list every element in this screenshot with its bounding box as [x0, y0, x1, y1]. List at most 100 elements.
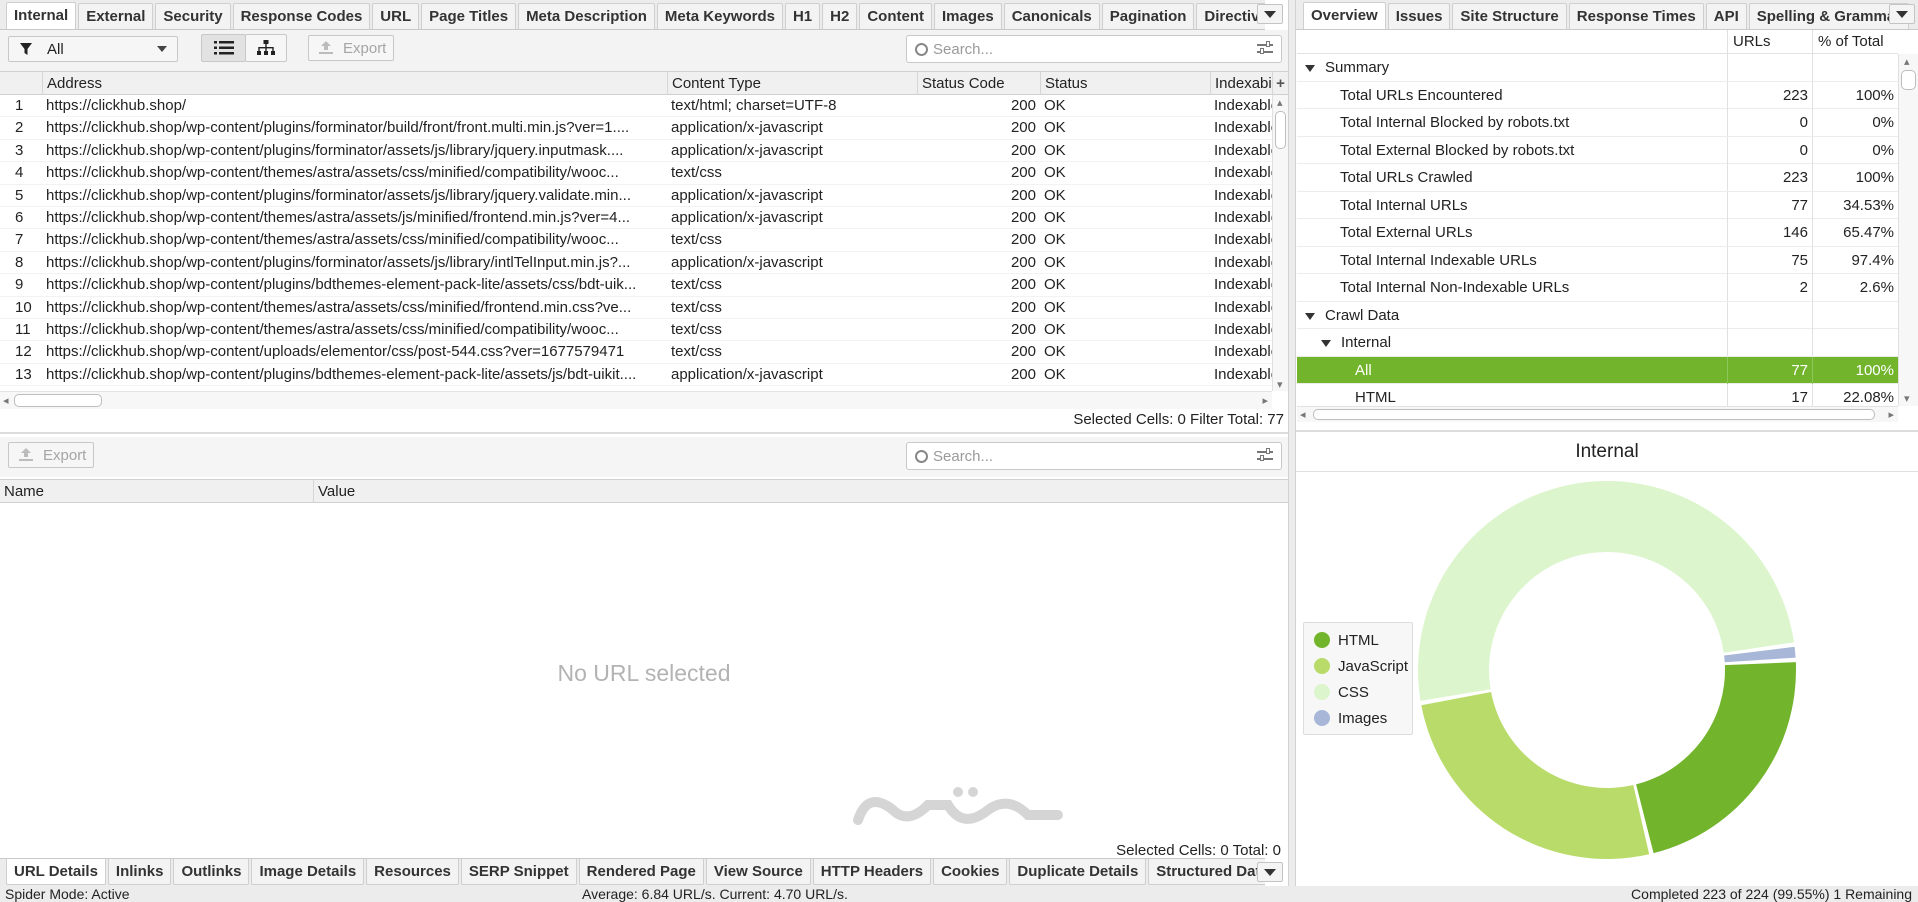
scroll-down-icon[interactable]: ▾ — [1904, 392, 1910, 405]
legend-item-css[interactable]: CSS — [1314, 681, 1369, 703]
scroll-right-icon[interactable]: ▸ — [1888, 408, 1894, 421]
tab-resources[interactable]: Resources — [366, 859, 459, 885]
scroll-left-icon[interactable]: ◂ — [3, 394, 9, 407]
vertical-splitter[interactable] — [1288, 0, 1296, 886]
tab-site-structure[interactable]: Site Structure — [1452, 3, 1567, 29]
url-table-vertical-scrollbar[interactable]: ▴ ▾ — [1272, 95, 1288, 391]
search-options-icon[interactable] — [1257, 448, 1273, 463]
overview-row[interactable]: Total Internal URLs 77 34.53% — [1297, 191, 1898, 219]
overview-row[interactable]: Total Internal Blocked by robots.txt 0 0% — [1297, 109, 1898, 137]
expand-icon[interactable] — [1305, 65, 1315, 72]
column-header-value[interactable]: Value — [313, 480, 1288, 503]
column-header-pct[interactable]: % of Total — [1812, 30, 1898, 54]
overview-row[interactable]: All 77 100% — [1297, 356, 1898, 384]
search-input[interactable]: Search... — [906, 35, 1282, 63]
table-row[interactable]: 9 https://clickhub.shop/wp-content/plugin… — [0, 274, 1272, 297]
column-header-name[interactable]: Name — [0, 480, 313, 503]
table-row[interactable]: 5 https://clickhub.shop/wp-content/plugin… — [0, 185, 1272, 207]
donut-slice-html[interactable] — [1636, 662, 1796, 854]
legend-item-images[interactable]: Images — [1314, 707, 1387, 729]
column-header-urls[interactable]: URLs — [1727, 30, 1812, 54]
table-row[interactable]: 13 https://clickhub.shop/wp-content/plugi… — [0, 364, 1272, 387]
overview-horizontal-scrollbar[interactable]: ◂ ▸ — [1297, 406, 1898, 422]
tab-structured-data-details[interactable]: Structured Data Details — [1148, 859, 1265, 885]
tab-outlinks[interactable]: Outlinks — [173, 859, 250, 885]
scroll-thumb[interactable] — [1901, 70, 1916, 90]
tab-h2[interactable]: H2 — [822, 3, 858, 29]
table-row[interactable]: 1 https://clickhub.shop/text/html; charse… — [0, 95, 1272, 118]
tab-overview[interactable]: Overview — [1303, 2, 1386, 29]
overview-row[interactable]: Total Internal Indexable URLs 75 97.4% — [1297, 246, 1898, 274]
tab-response-codes[interactable]: Response Codes — [232, 3, 371, 29]
details-search-input[interactable]: Search... — [906, 442, 1282, 470]
table-row[interactable]: 6 https://clickhub.shop/wp-content/themes… — [0, 207, 1272, 230]
overview-row[interactable]: Total URLs Crawled 223 100% — [1297, 164, 1898, 192]
tree-node-summary[interactable]: Summary — [1297, 54, 1898, 82]
top-tabs-overflow-button[interactable] — [1257, 4, 1283, 24]
tab-issues[interactable]: Issues — [1387, 3, 1451, 29]
tab-duplicate-details[interactable]: Duplicate Details — [1009, 859, 1147, 885]
column-header-indexabi[interactable]: Indexabi — [1210, 72, 1272, 95]
scroll-down-icon[interactable]: ▾ — [1277, 378, 1283, 391]
tab-response-times[interactable]: Response Times — [1568, 3, 1704, 29]
table-row[interactable]: 8 https://clickhub.shop/wp-content/plugin… — [0, 252, 1272, 275]
tab-cookies[interactable]: Cookies — [933, 859, 1008, 885]
tab-meta-description[interactable]: Meta Description — [518, 3, 655, 29]
scroll-thumb[interactable] — [1275, 111, 1286, 149]
filter-dropdown[interactable]: All — [8, 36, 178, 62]
scroll-up-icon[interactable]: ▴ — [1904, 55, 1910, 68]
scroll-thumb[interactable] — [1313, 409, 1875, 420]
url-table-horizontal-scrollbar[interactable]: ◂ ▸ — [0, 391, 1272, 409]
column-header-address[interactable]: Address — [42, 72, 667, 95]
tab-inlinks[interactable]: Inlinks — [107, 859, 172, 885]
tab-security[interactable]: Security — [155, 3, 231, 29]
tab-internal[interactable]: Internal — [6, 2, 77, 29]
export-button[interactable]: Export — [308, 35, 394, 61]
overview-row[interactable]: Total Internal Non-Indexable URLs 2 2.6% — [1297, 274, 1898, 302]
overview-row[interactable]: Total External Blocked by robots.txt 0 0% — [1297, 136, 1898, 164]
tab-pagination[interactable]: Pagination — [1101, 3, 1195, 29]
legend-item-html[interactable]: HTML — [1314, 629, 1379, 651]
tree-node-internal[interactable]: Internal — [1297, 329, 1898, 357]
tab-external[interactable]: External — [78, 3, 154, 29]
tab-content[interactable]: Content — [859, 3, 932, 29]
tab-view-source[interactable]: View Source — [705, 859, 811, 885]
expand-icon[interactable] — [1321, 340, 1331, 347]
donut-slice-javascript[interactable] — [1421, 692, 1650, 859]
tab-page-titles[interactable]: Page Titles — [421, 3, 517, 29]
list-view-button[interactable] — [201, 34, 246, 62]
search-options-icon[interactable] — [1257, 41, 1273, 56]
tree-node-crawl-data[interactable]: Crawl Data — [1297, 301, 1898, 329]
scroll-thumb[interactable] — [14, 394, 102, 407]
tab-image-details[interactable]: Image Details — [251, 859, 365, 885]
overview-row[interactable]: Total External URLs 146 65.47% — [1297, 219, 1898, 247]
table-row[interactable]: 12 https://clickhub.shop/wp-content/uploa… — [0, 341, 1272, 364]
column-header-content-type[interactable]: Content Type — [667, 72, 917, 95]
table-row[interactable]: 10 https://clickhub.shop/wp-content/theme… — [0, 297, 1272, 319]
tab-meta-keywords[interactable]: Meta Keywords — [656, 3, 783, 29]
tab-url-details[interactable]: URL Details — [6, 859, 106, 885]
tab-h1[interactable]: H1 — [784, 3, 821, 29]
tab-api[interactable]: API — [1705, 3, 1747, 29]
scroll-left-icon[interactable]: ◂ — [1300, 408, 1306, 421]
tree-view-button[interactable] — [245, 34, 287, 62]
tab-url[interactable]: URL — [372, 3, 420, 29]
column-header-status[interactable]: Status — [1040, 72, 1210, 95]
tab-serp-snippet[interactable]: SERP Snippet — [460, 859, 577, 885]
column-header-status-code[interactable]: Status Code — [917, 72, 1040, 95]
table-row[interactable]: 3 https://clickhub.shop/wp-content/plugin… — [0, 140, 1272, 163]
scroll-right-icon[interactable]: ▸ — [1262, 394, 1268, 407]
expand-icon[interactable] — [1305, 312, 1315, 320]
overview-row[interactable]: HTML 17 22.08% — [1297, 384, 1898, 406]
add-column-icon[interactable]: + — [1272, 72, 1288, 95]
scroll-up-icon[interactable]: ▴ — [1277, 96, 1283, 109]
right-tabs-overflow-button[interactable] — [1889, 4, 1915, 24]
tab-images[interactable]: Images — [934, 3, 1002, 29]
table-row[interactable]: 4 https://clickhub.shop/wp-content/themes… — [0, 162, 1272, 185]
table-row[interactable]: 7 https://clickhub.shop/wp-content/themes… — [0, 229, 1272, 252]
details-export-button[interactable]: Export — [8, 442, 94, 468]
legend-item-javascript[interactable]: JavaScript — [1314, 655, 1408, 677]
bottom-tabs-overflow-button[interactable] — [1257, 862, 1283, 882]
pane-splitter[interactable] — [0, 432, 1288, 434]
tab-canonicals[interactable]: Canonicals — [1003, 3, 1100, 29]
